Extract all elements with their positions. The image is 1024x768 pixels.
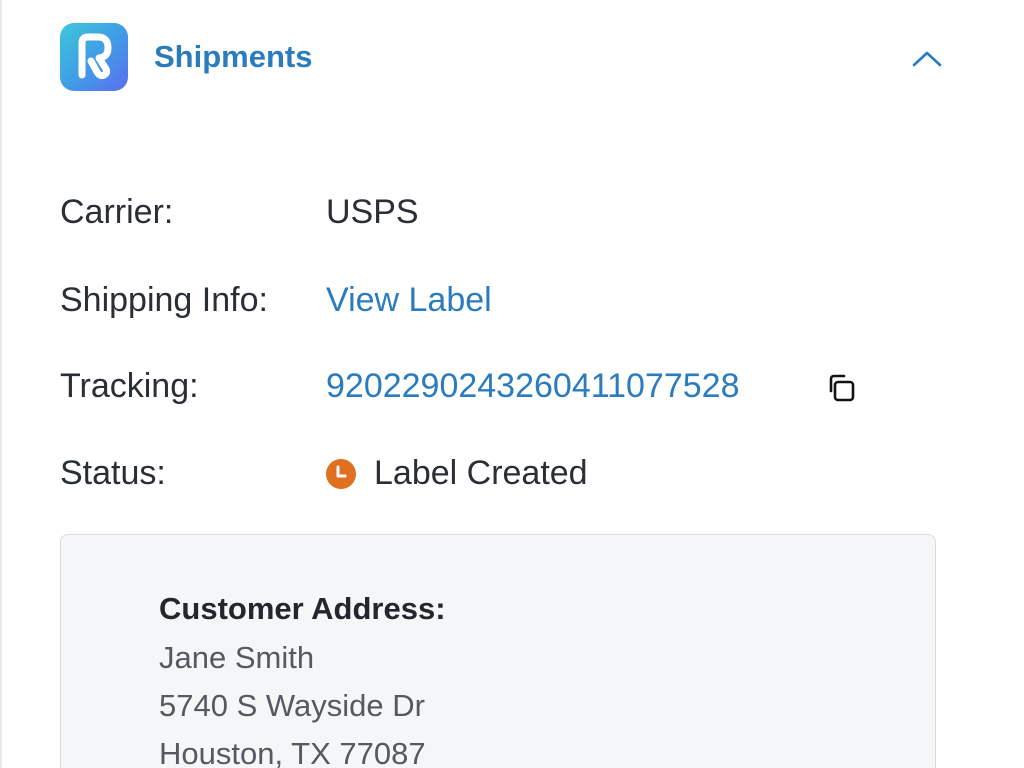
tracking-number-link[interactable]: 9202290243260411077528 bbox=[326, 367, 739, 406]
clock-icon bbox=[326, 459, 356, 489]
app-logo-icon bbox=[60, 23, 128, 91]
copy-icon[interactable] bbox=[824, 371, 858, 405]
shipping-info-row: Shipping Info: View Label bbox=[60, 281, 940, 325]
view-label-link[interactable]: View Label bbox=[326, 281, 492, 320]
carrier-row: Carrier: USPS bbox=[60, 193, 940, 237]
tracking-row: Tracking: 9202290243260411077528 bbox=[60, 367, 940, 411]
panel-title: Shipments bbox=[154, 39, 313, 74]
status-label: Status: bbox=[60, 454, 166, 492]
carrier-value: USPS bbox=[326, 193, 419, 231]
customer-address-card: Customer Address: Jane Smith 5740 S Ways… bbox=[60, 534, 936, 768]
status-value: Label Created bbox=[374, 454, 588, 492]
address-street: 5740 S Wayside Dr bbox=[159, 688, 425, 723]
shipments-header[interactable]: Shipments bbox=[60, 23, 944, 91]
chevron-up-icon[interactable] bbox=[910, 43, 944, 73]
tracking-label: Tracking: bbox=[60, 367, 199, 405]
shipping-info-label: Shipping Info: bbox=[60, 281, 268, 319]
customer-address-heading: Customer Address: bbox=[159, 591, 446, 626]
address-name: Jane Smith bbox=[159, 640, 315, 675]
carrier-label: Carrier: bbox=[60, 193, 174, 231]
shipments-panel: Shipments Carrier: USPS Shipping Info: V… bbox=[0, 0, 1024, 768]
status-row: Status: Label Created bbox=[60, 454, 940, 498]
address-city: Houston, TX 77087 bbox=[159, 736, 426, 768]
panel-border bbox=[0, 0, 2, 768]
